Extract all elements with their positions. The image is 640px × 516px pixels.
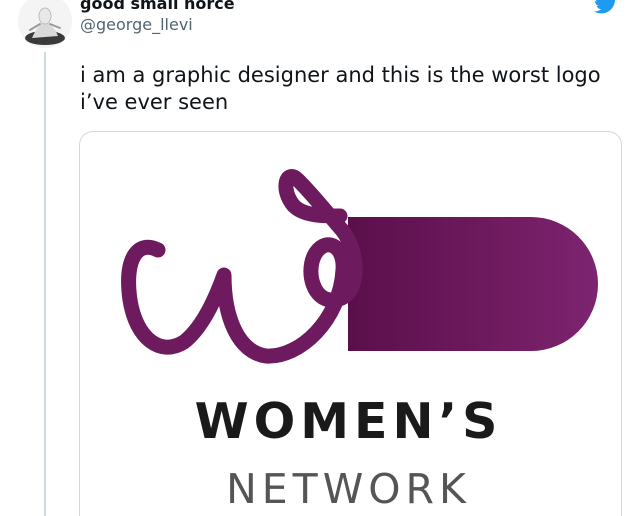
- author-handle[interactable]: @george_llevi: [80, 15, 193, 35]
- brand-name-line1: WOMEN’S: [194, 393, 503, 450]
- author-display-name[interactable]: good small horce: [80, 0, 235, 14]
- script-w-logo-mark-icon: [121, 169, 598, 364]
- twitter-bird-icon[interactable]: [594, 0, 618, 14]
- avatar-photo-icon: [18, 0, 72, 48]
- tweet-media-image[interactable]: WOMEN’S NETWORK: [79, 131, 622, 516]
- avatar[interactable]: [18, 0, 72, 48]
- tweet-text: i am a graphic designer and this is the …: [80, 63, 601, 114]
- brand-name-line2: NETWORK: [226, 465, 471, 513]
- thread-line: [44, 52, 46, 516]
